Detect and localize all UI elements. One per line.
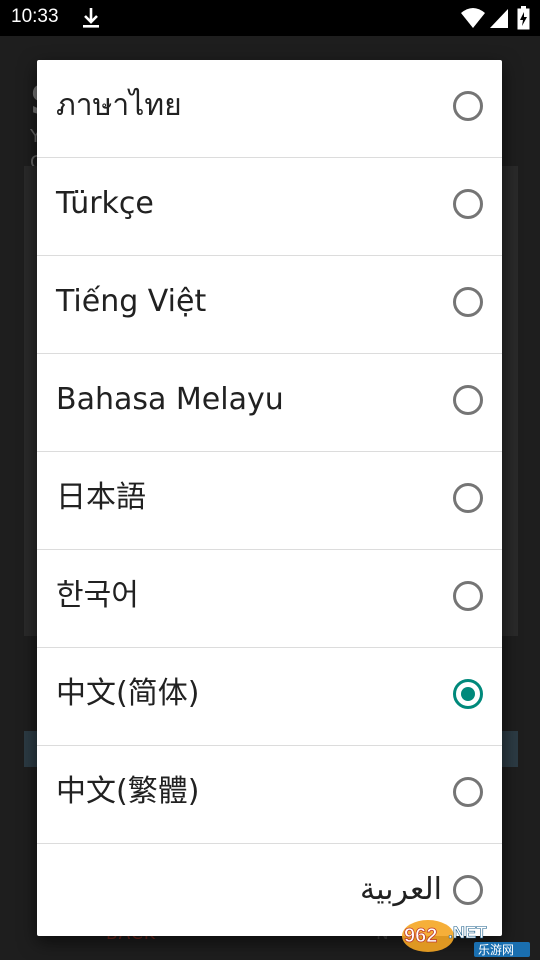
- language-label: 中文(简体): [56, 676, 200, 711]
- download-icon: [83, 8, 99, 28]
- battery-icon: [517, 6, 530, 30]
- radio-button[interactable]: [453, 189, 483, 219]
- language-option-korean[interactable]: 한국어: [37, 550, 502, 648]
- status-bar: 10:33: [0, 0, 540, 36]
- wifi-icon: [461, 8, 485, 28]
- status-time: 10:33: [11, 6, 59, 27]
- svg-text:乐游网: 乐游网: [478, 943, 514, 957]
- radio-button[interactable]: [453, 777, 483, 807]
- language-label: ภาษาไทย: [56, 88, 182, 123]
- signal-icon: [490, 9, 508, 28]
- language-option-thai[interactable]: ภาษาไทย: [37, 60, 502, 158]
- language-dialog: ภาษาไทย Türkçe Tiếng Việt Bahasa Melayu …: [37, 60, 502, 936]
- language-label: Bahasa Melayu: [56, 382, 284, 417]
- radio-button[interactable]: [453, 483, 483, 513]
- language-label: 日本語: [56, 480, 146, 515]
- radio-button[interactable]: [453, 581, 483, 611]
- language-option-chinese-simplified[interactable]: 中文(简体): [37, 648, 502, 746]
- radio-button[interactable]: [453, 91, 483, 121]
- svg-text:962: 962: [404, 925, 437, 947]
- radio-dot: [461, 687, 475, 701]
- radio-button[interactable]: [453, 287, 483, 317]
- language-label: Tiếng Việt: [56, 284, 207, 319]
- language-option-japanese[interactable]: 日本語: [37, 452, 502, 550]
- radio-button[interactable]: [453, 385, 483, 415]
- language-label: 中文(繁體): [56, 774, 200, 809]
- radio-button[interactable]: [453, 875, 483, 905]
- radio-button-selected[interactable]: [453, 679, 483, 709]
- language-option-vietnamese[interactable]: Tiếng Việt: [37, 256, 502, 354]
- language-label: 한국어: [56, 578, 139, 613]
- language-label: Türkçe: [56, 186, 154, 221]
- language-option-chinese-traditional[interactable]: 中文(繁體): [37, 746, 502, 844]
- svg-text:.NET: .NET: [448, 923, 487, 942]
- language-option-malay[interactable]: Bahasa Melayu: [37, 354, 502, 452]
- watermark-logo: 962 .NET 乐游网: [402, 920, 530, 957]
- language-option-turkish[interactable]: Türkçe: [37, 158, 502, 256]
